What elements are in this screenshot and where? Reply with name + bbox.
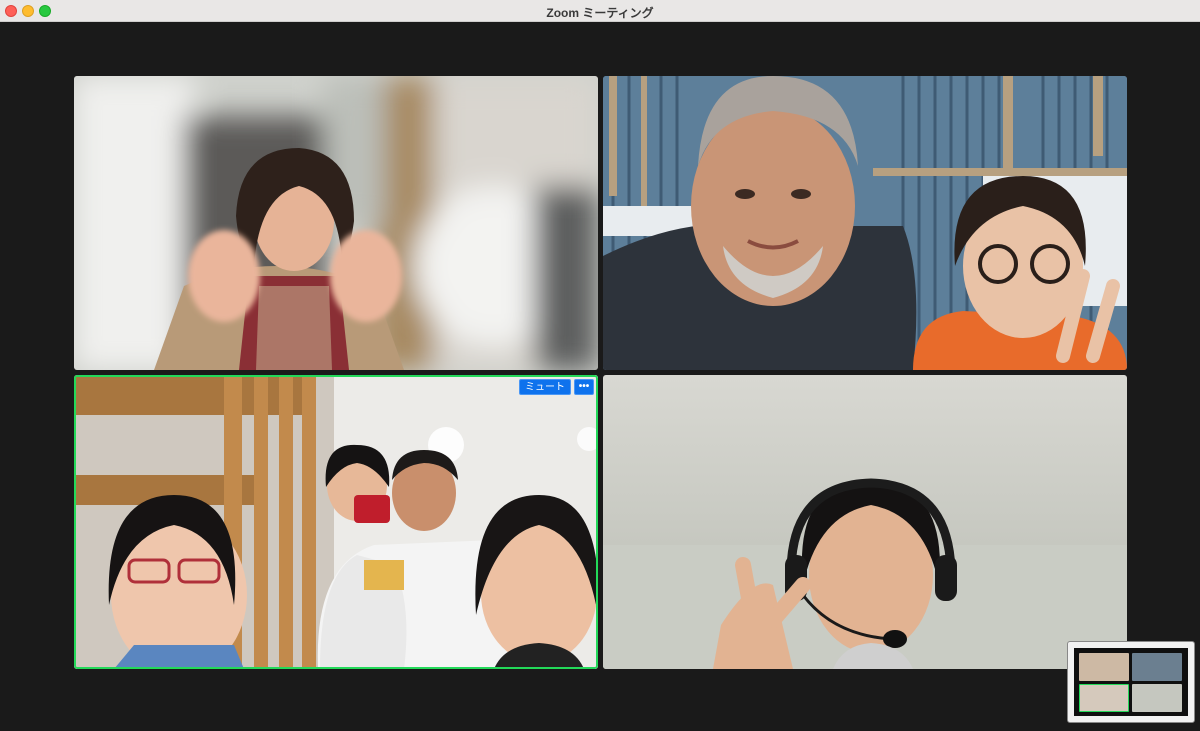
participant-2-video (603, 76, 1127, 370)
participant-3-video (74, 375, 598, 669)
mini-tile-4 (1132, 684, 1182, 712)
mini-tile-2 (1132, 653, 1182, 681)
window-title: Zoom ミーティング (546, 6, 654, 20)
video-tile-participant-3[interactable]: ミュート ••• (74, 375, 598, 669)
participant-4-video (603, 375, 1127, 669)
tile-controls: ミュート ••• (519, 379, 594, 395)
video-tile-participant-2[interactable] (603, 76, 1127, 370)
mute-participant-button[interactable]: ミュート (519, 379, 571, 395)
mini-tile-3 (1079, 684, 1129, 712)
video-tile-participant-4[interactable] (603, 375, 1127, 669)
thumbnail-gallery (1074, 648, 1188, 716)
participant-1-video (74, 76, 598, 370)
video-tile-participant-1[interactable] (74, 76, 598, 370)
window-titlebar[interactable]: Zoom ミーティング (0, 0, 1200, 22)
more-options-button[interactable]: ••• (574, 379, 594, 395)
thumbnail-window[interactable] (1067, 641, 1195, 723)
mini-tile-1 (1079, 653, 1129, 681)
meeting-stage: ミュート ••• (0, 22, 1200, 731)
